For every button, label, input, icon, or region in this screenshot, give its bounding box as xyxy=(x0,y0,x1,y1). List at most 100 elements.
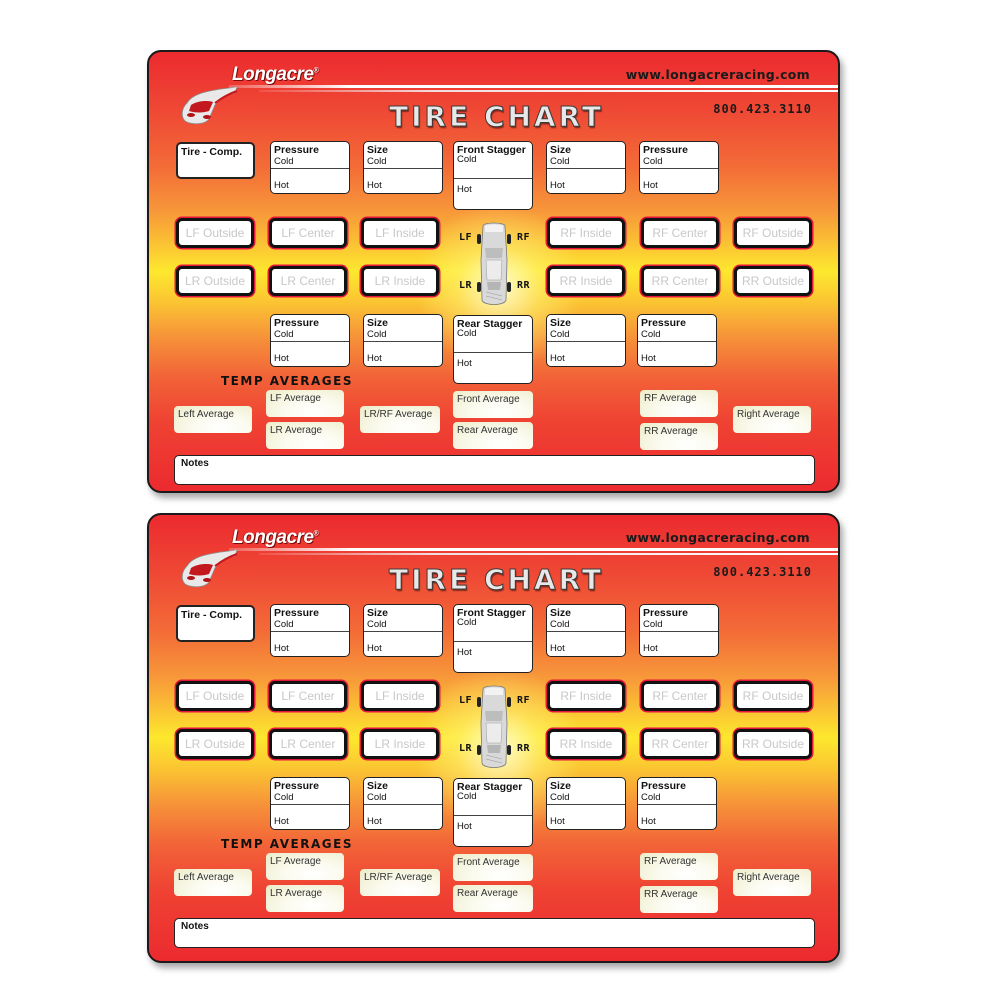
brand-name: Longacre xyxy=(232,527,314,548)
lf-inside-temp-field[interactable]: LF Inside xyxy=(361,218,439,248)
rear-left-pressure-field[interactable]: Pressure Cold Hot xyxy=(270,777,350,830)
lf-outside-temp-field[interactable]: LF Outside xyxy=(176,681,254,711)
rear-right-pressure-field[interactable]: Pressure Cold Hot xyxy=(637,314,717,367)
rf-center-temp-field[interactable]: RF Center xyxy=(641,681,719,711)
lr-rf-average-field[interactable]: LR/RF Average xyxy=(360,406,440,433)
field-label: Pressure xyxy=(641,317,686,329)
tire-chart-card-2: Longacre® www.longacreracing.com 800.423… xyxy=(147,513,840,963)
top-view-car-icon xyxy=(477,685,511,768)
lf-inside-temp-field[interactable]: LF Inside xyxy=(361,681,439,711)
rear-right-size-field[interactable]: Size Cold Hot xyxy=(546,314,626,367)
tire-compound-field[interactable]: Tire - Comp. xyxy=(176,605,255,642)
front-left-size-field[interactable]: Size Cold Hot xyxy=(363,604,443,657)
front-right-pressure-field[interactable]: Pressure Cold Hot xyxy=(639,604,719,657)
field-label: RR Average xyxy=(644,889,698,900)
rr-center-temp-field[interactable]: RR Center xyxy=(641,266,719,296)
lr-center-temp-field[interactable]: LR Center xyxy=(269,729,347,759)
rf-average-field[interactable]: RF Average xyxy=(640,390,718,417)
tire-chart-card-1: Longacre® www.longacreracing.com 800.423… xyxy=(147,50,840,493)
rr-inside-temp-field[interactable]: RR Inside xyxy=(547,729,625,759)
rear-left-pressure-field[interactable]: Pressure Cold Hot xyxy=(270,314,350,367)
registered-mark: ® xyxy=(313,530,319,538)
field-label: Size xyxy=(550,144,572,156)
placeholder: LF Outside xyxy=(185,689,245,703)
rr-outside-temp-field[interactable]: RR Outside xyxy=(734,729,812,759)
right-average-field[interactable]: Right Average xyxy=(733,869,811,896)
rr-inside-temp-field[interactable]: RR Inside xyxy=(547,266,625,296)
lr-rf-average-field[interactable]: LR/RF Average xyxy=(360,869,440,896)
rr-center-temp-field[interactable]: RR Center xyxy=(641,729,719,759)
hot-label: Hot xyxy=(457,184,472,195)
lr-inside-temp-field[interactable]: LR Inside xyxy=(361,266,439,296)
front-left-pressure-field[interactable]: Pressure Cold Hot xyxy=(270,141,350,194)
lr-outside-temp-field[interactable]: LR Outside xyxy=(176,266,254,296)
left-average-field[interactable]: Left Average xyxy=(174,406,252,433)
field-label: Size xyxy=(367,780,389,792)
website-link[interactable]: www.longacreracing.com xyxy=(626,530,810,545)
hot-label: Hot xyxy=(274,353,289,364)
rear-average-field[interactable]: Rear Average xyxy=(453,422,533,449)
rear-left-size-field[interactable]: Size Cold Hot xyxy=(363,314,443,367)
placeholder: RR Inside xyxy=(559,737,613,751)
front-left-size-field[interactable]: Size Cold Hot xyxy=(363,141,443,194)
rear-stagger-field[interactable]: Rear Stagger Cold Hot xyxy=(453,778,533,847)
front-stagger-field[interactable]: Front Stagger Cold Hot xyxy=(453,141,533,210)
lf-average-field[interactable]: LF Average xyxy=(266,390,344,417)
right-average-field[interactable]: Right Average xyxy=(733,406,811,433)
field-label: Pressure xyxy=(274,317,319,329)
lf-outside-temp-field[interactable]: LF Outside xyxy=(176,218,254,248)
lr-center-temp-field[interactable]: LR Center xyxy=(269,266,347,296)
brand-logo: Longacre® xyxy=(232,527,319,549)
front-right-size-field[interactable]: Size Cold Hot xyxy=(546,141,626,194)
field-label: Size xyxy=(367,317,389,329)
front-left-pressure-field[interactable]: Pressure Cold Hot xyxy=(270,604,350,657)
lr-inside-temp-field[interactable]: LR Inside xyxy=(361,729,439,759)
brand-logo: Longacre® xyxy=(232,64,319,86)
card-inner: Longacre® www.longacreracing.com 800.423… xyxy=(149,52,838,491)
rr-outside-temp-field[interactable]: RR Outside xyxy=(734,266,812,296)
rf-inside-temp-field[interactable]: RF Inside xyxy=(547,218,625,248)
placeholder: RF Center xyxy=(652,226,708,240)
website-link[interactable]: www.longacreracing.com xyxy=(626,67,810,82)
field-label: LF Average xyxy=(270,393,321,404)
notes-field[interactable]: Notes xyxy=(174,455,815,485)
lf-center-temp-field[interactable]: LF Center xyxy=(269,218,347,248)
rr-average-field[interactable]: RR Average xyxy=(640,423,718,450)
field-label: Pressure xyxy=(274,144,319,156)
placeholder: LR Inside xyxy=(374,737,426,751)
rf-center-temp-field[interactable]: RF Center xyxy=(641,218,719,248)
rf-outside-temp-field[interactable]: RF Outside xyxy=(734,681,812,711)
cold-label: Cold xyxy=(274,792,294,803)
hot-label: Hot xyxy=(274,180,289,191)
rear-stagger-field[interactable]: Rear Stagger Cold Hot xyxy=(453,315,533,384)
rear-average-field[interactable]: Rear Average xyxy=(453,885,533,912)
tire-compound-field[interactable]: Tire - Comp. xyxy=(176,142,255,179)
hot-label: Hot xyxy=(550,353,565,364)
rf-outside-temp-field[interactable]: RF Outside xyxy=(734,218,812,248)
notes-field[interactable]: Notes xyxy=(174,918,815,948)
field-label: Size xyxy=(550,780,572,792)
lr-average-field[interactable]: LR Average xyxy=(266,885,344,912)
rr-average-field[interactable]: RR Average xyxy=(640,886,718,913)
lr-average-field[interactable]: LR Average xyxy=(266,422,344,449)
front-average-field[interactable]: Front Average xyxy=(453,391,533,418)
rear-right-size-field[interactable]: Size Cold Hot xyxy=(546,777,626,830)
lr-outside-temp-field[interactable]: LR Outside xyxy=(176,729,254,759)
front-right-pressure-field[interactable]: Pressure Cold Hot xyxy=(639,141,719,194)
cold-label: Cold xyxy=(274,619,294,630)
cold-label: Cold xyxy=(550,156,570,167)
cold-label: Cold xyxy=(367,792,387,803)
field-label: Pressure xyxy=(643,607,688,619)
placeholder: LF Inside xyxy=(375,689,425,703)
lf-average-field[interactable]: LF Average xyxy=(266,853,344,880)
rear-left-size-field[interactable]: Size Cold Hot xyxy=(363,777,443,830)
front-right-size-field[interactable]: Size Cold Hot xyxy=(546,604,626,657)
cold-label: Cold xyxy=(367,156,387,167)
front-average-field[interactable]: Front Average xyxy=(453,854,533,881)
left-average-field[interactable]: Left Average xyxy=(174,869,252,896)
rear-right-pressure-field[interactable]: Pressure Cold Hot xyxy=(637,777,717,830)
front-stagger-field[interactable]: Front Stagger Cold Hot xyxy=(453,604,533,673)
rf-average-field[interactable]: RF Average xyxy=(640,853,718,880)
lf-center-temp-field[interactable]: LF Center xyxy=(269,681,347,711)
rf-inside-temp-field[interactable]: RF Inside xyxy=(547,681,625,711)
